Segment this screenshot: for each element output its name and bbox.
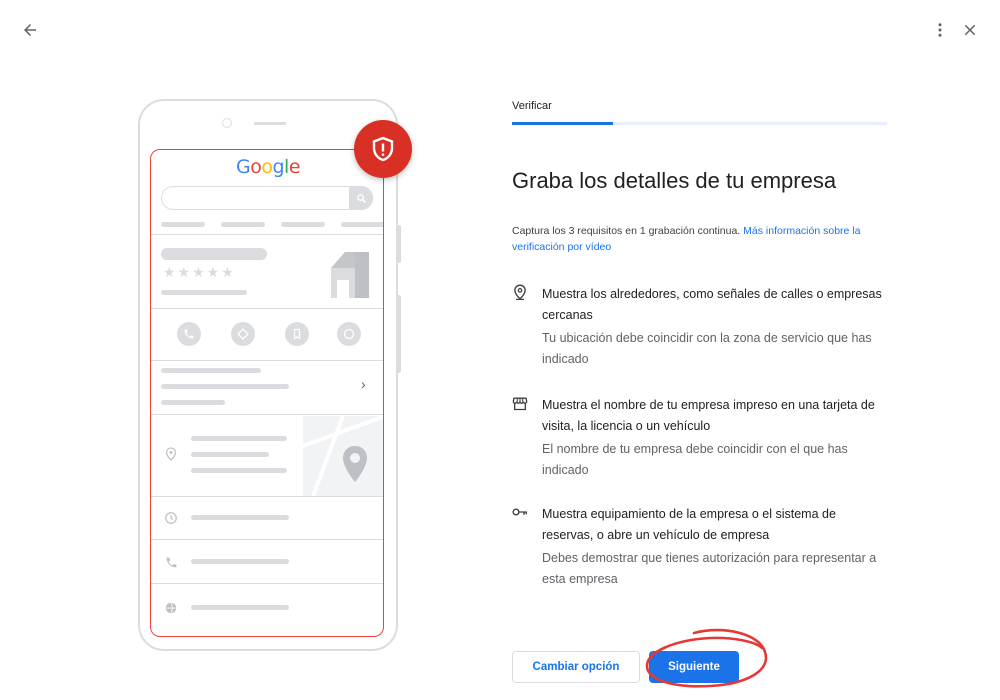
mock-tab-bar [341,222,383,227]
mock-map [303,416,383,496]
mock-text-line [191,436,287,441]
divider [151,583,383,584]
mock-tab-bar [221,222,265,227]
mock-tab-bar [281,222,325,227]
top-bar [0,0,1000,56]
mock-text-line [161,384,289,389]
divider [151,414,383,415]
storefront-illustration [331,252,369,298]
mock-search-bar [161,186,373,210]
phone-icon [163,554,179,570]
mock-text-line [191,515,289,520]
requirement-description: El nombre de tu empresa debe coincidir c… [542,442,848,477]
next-button[interactable]: Siguiente [649,651,739,683]
phone-screen: Google ★★★★★ › [150,149,384,637]
mock-text-line [161,400,225,405]
directions-action-icon [231,322,255,346]
phone-side-button [397,295,401,373]
save-action-icon [285,322,309,346]
phone-camera [222,118,232,128]
requirement-description: Debes demostrar que tienes autorización … [542,551,877,586]
google-logo: Google [235,156,301,178]
requirement-title: Muestra el nombre de tu empresa impreso … [542,398,875,433]
phone-action-icon [177,322,201,346]
intro-description: Captura los 3 requisitos en 1 grabación … [512,225,741,237]
progress-bar [512,122,613,125]
website-action-icon [337,322,361,346]
mock-tab-bar [161,222,205,227]
mock-text-line [191,452,269,457]
divider [151,360,383,361]
mock-text-line [191,468,287,473]
requirement-title: Muestra equipamiento de la empresa o el … [542,507,836,542]
step-label: Verificar [512,100,552,112]
mock-text-line [161,368,261,373]
phone-side-button [397,225,401,263]
key-icon [512,504,528,520]
more-vert-icon[interactable] [924,14,956,46]
mock-rating-stars: ★★★★★ [163,264,236,280]
storefront-icon [512,395,528,411]
page-title: Graba los detalles de tu empresa [512,168,837,193]
divider [151,496,383,497]
mock-text-line [161,290,247,295]
chevron-right-icon: › [361,376,366,392]
shield-alert-icon [354,120,412,178]
mock-text-line [191,605,289,610]
mock-business-name [161,248,267,260]
location-pin-icon [512,284,528,300]
mock-text-line [191,559,289,564]
location-pin-icon [163,446,179,462]
intro-text: Captura los 3 requisitos en 1 grabación … [512,223,887,255]
change-option-button[interactable]: Cambiar opción [512,651,640,683]
clock-icon [163,510,179,526]
divider [151,539,383,540]
search-icon [349,186,373,210]
close-icon[interactable] [954,14,986,46]
phone-speaker [254,122,286,125]
divider [151,234,383,235]
arrow-back-icon[interactable] [14,14,46,46]
requirement-description: Tu ubicación debe coincidir con la zona … [542,331,872,366]
globe-icon [163,600,179,616]
divider [151,308,383,309]
requirement-title: Muestra los alrededores, como señales de… [542,287,882,322]
